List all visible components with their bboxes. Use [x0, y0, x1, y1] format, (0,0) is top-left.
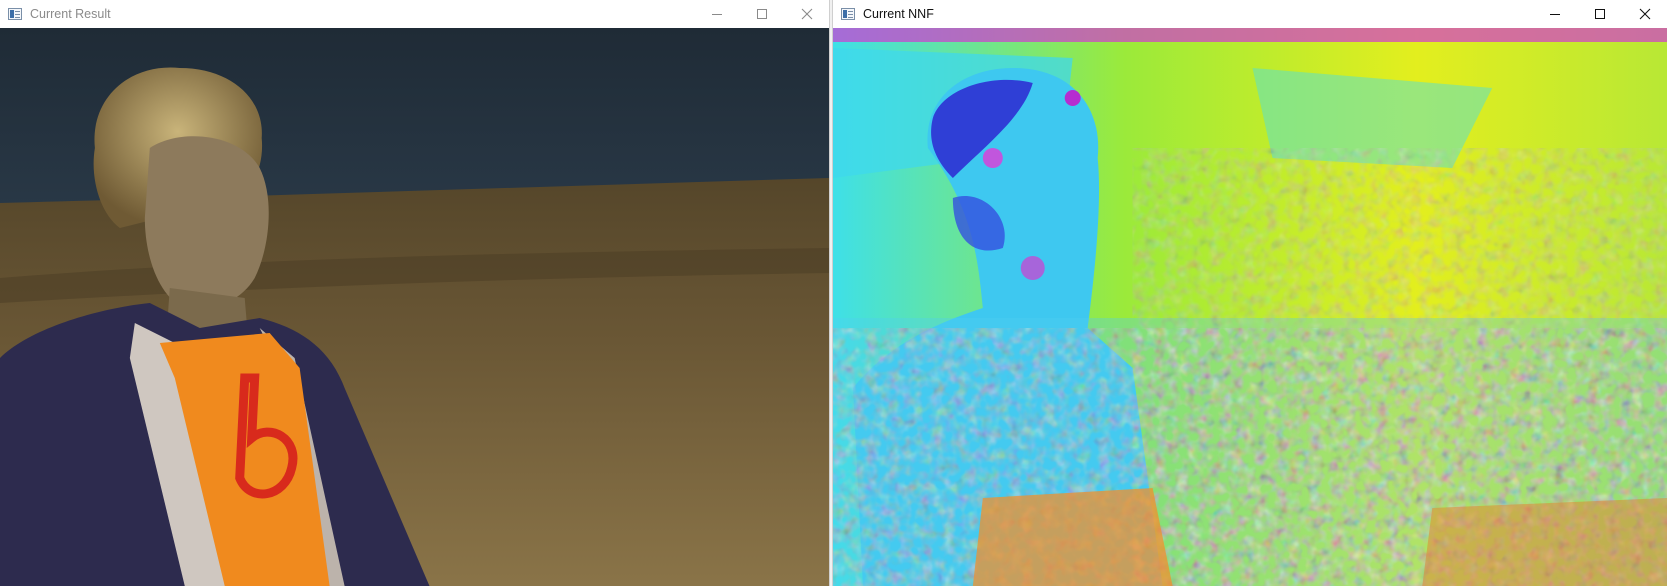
- app-window-icon: [8, 8, 22, 20]
- close-icon: [1639, 8, 1650, 20]
- maximize-button[interactable]: [739, 0, 784, 28]
- close-icon: [801, 8, 812, 20]
- maximize-icon: [756, 9, 767, 19]
- window-title: Current Result: [30, 7, 111, 21]
- nnf-image: [833, 28, 1667, 586]
- window-controls: [1532, 0, 1667, 28]
- result-image: [0, 28, 829, 586]
- result-photo: [0, 28, 829, 586]
- window-controls: [694, 0, 829, 28]
- minimize-button[interactable]: [694, 0, 739, 28]
- title-bar[interactable]: Current NNF: [833, 0, 1667, 28]
- current-nnf-window[interactable]: Current NNF: [832, 0, 1667, 586]
- close-button[interactable]: [1622, 0, 1667, 28]
- close-button[interactable]: [784, 0, 829, 28]
- current-result-window[interactable]: Current Result: [0, 0, 830, 586]
- window-title: Current NNF: [863, 7, 934, 21]
- minimize-icon: [1549, 14, 1560, 15]
- app-window-icon: [841, 8, 855, 20]
- title-bar[interactable]: Current Result: [0, 0, 829, 28]
- maximize-button[interactable]: [1577, 0, 1622, 28]
- minimize-button[interactable]: [1532, 0, 1577, 28]
- maximize-icon: [1594, 9, 1605, 19]
- nnf-visualization: [833, 28, 1667, 586]
- minimize-icon: [711, 14, 722, 15]
